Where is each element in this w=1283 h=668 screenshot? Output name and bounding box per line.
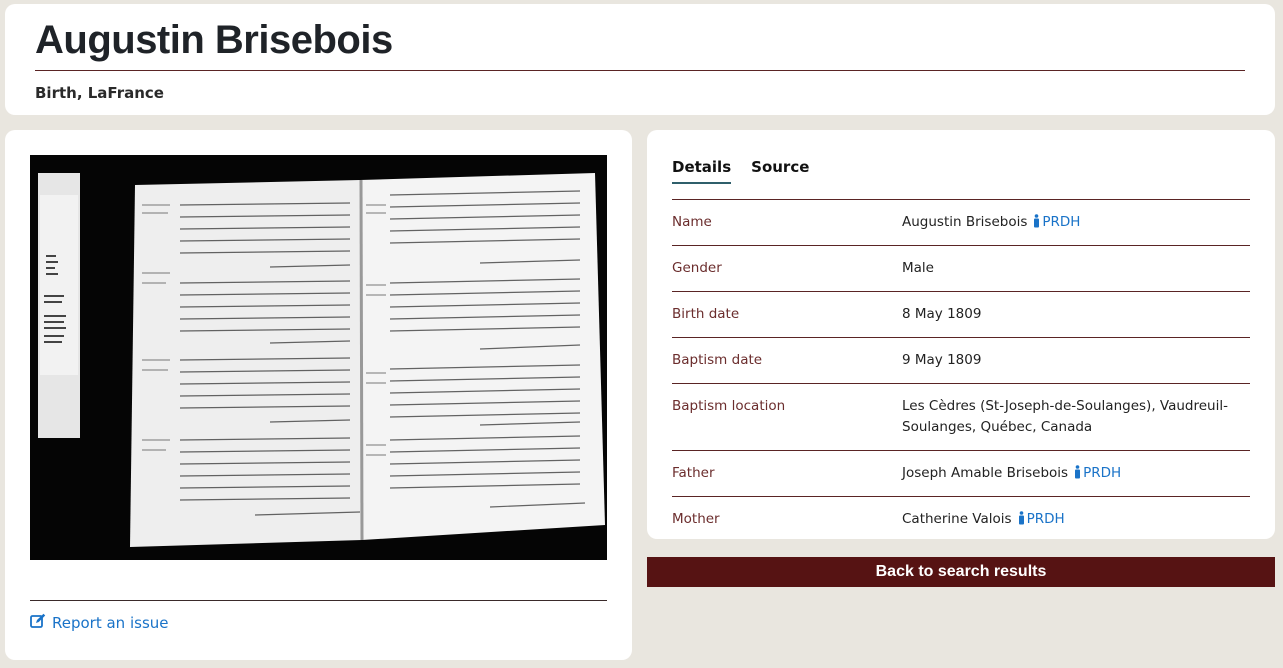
back-to-search-button[interactable]: Back to search results <box>647 557 1275 587</box>
page-subtitle: Birth, LaFrance <box>35 84 164 102</box>
details-row-mother: Mother Catherine Valois PRDH <box>672 496 1250 543</box>
detail-key: Father <box>672 465 715 481</box>
detail-key: Baptism date <box>672 352 763 368</box>
person-icon <box>1018 511 1024 525</box>
person-icon <box>1034 214 1040 228</box>
details-row-baptism-date: Baptism date 9 May 1809 <box>672 337 1250 384</box>
register-scan-image[interactable] <box>30 155 607 560</box>
page-title: Augustin Brisebois <box>35 18 393 62</box>
prdh-link[interactable]: PRDH <box>1074 465 1121 481</box>
tab-bar: Details Source <box>672 158 809 184</box>
details-row-name: Name Augustin Brisebois PRDH <box>672 199 1250 246</box>
prdh-label: PRDH <box>1083 465 1122 481</box>
mother-value: Catherine Valois <box>902 511 1012 527</box>
edit-icon <box>30 613 46 633</box>
details-row-father: Father Joseph Amable Brisebois PRDH <box>672 450 1250 497</box>
image-divider <box>30 600 607 601</box>
detail-value: 8 May 1809 <box>902 306 982 322</box>
details-row-birth-date: Birth date 8 May 1809 <box>672 291 1250 338</box>
details-row-baptism-location: Baptism location Les Cèdres (St-Joseph-d… <box>672 383 1250 451</box>
details-card: Details Source Name Augustin Brisebois PR… <box>647 130 1275 539</box>
prdh-link[interactable]: PRDH <box>1033 214 1080 230</box>
person-icon <box>1075 465 1081 479</box>
header-card: Augustin Brisebois Birth, LaFrance <box>5 4 1275 115</box>
report-issue-link[interactable]: Report an issue <box>30 613 169 633</box>
register-scan-drawing <box>30 155 607 560</box>
prdh-label: PRDH <box>1042 214 1081 230</box>
detail-value: 9 May 1809 <box>902 352 982 368</box>
detail-key: Gender <box>672 260 722 276</box>
detail-value: Joseph Amable Brisebois PRDH <box>902 451 1250 497</box>
detail-key: Name <box>672 214 712 230</box>
detail-value: Catherine Valois PRDH <box>902 497 1250 543</box>
details-row-gender: Gender Male <box>672 245 1250 292</box>
prdh-label: PRDH <box>1026 511 1065 527</box>
name-value: Augustin Brisebois <box>902 214 1028 230</box>
header-divider <box>35 70 1245 71</box>
detail-value: Augustin Brisebois PRDH <box>902 200 1250 246</box>
detail-value: Male <box>902 260 934 276</box>
tab-details[interactable]: Details <box>672 158 732 184</box>
tab-source[interactable]: Source <box>751 158 809 184</box>
details-table: Name Augustin Brisebois PRDH Gender Male … <box>672 199 1250 542</box>
image-card: Report an issue <box>5 130 632 660</box>
prdh-link[interactable]: PRDH <box>1018 511 1065 527</box>
report-issue-label: Report an issue <box>52 614 169 632</box>
father-value: Joseph Amable Brisebois <box>902 465 1069 481</box>
detail-key: Mother <box>672 511 720 527</box>
detail-key: Baptism location <box>672 398 786 414</box>
detail-value: Les Cèdres (St-Joseph-de-Soulanges), Vau… <box>902 398 1228 435</box>
detail-key: Birth date <box>672 306 740 322</box>
